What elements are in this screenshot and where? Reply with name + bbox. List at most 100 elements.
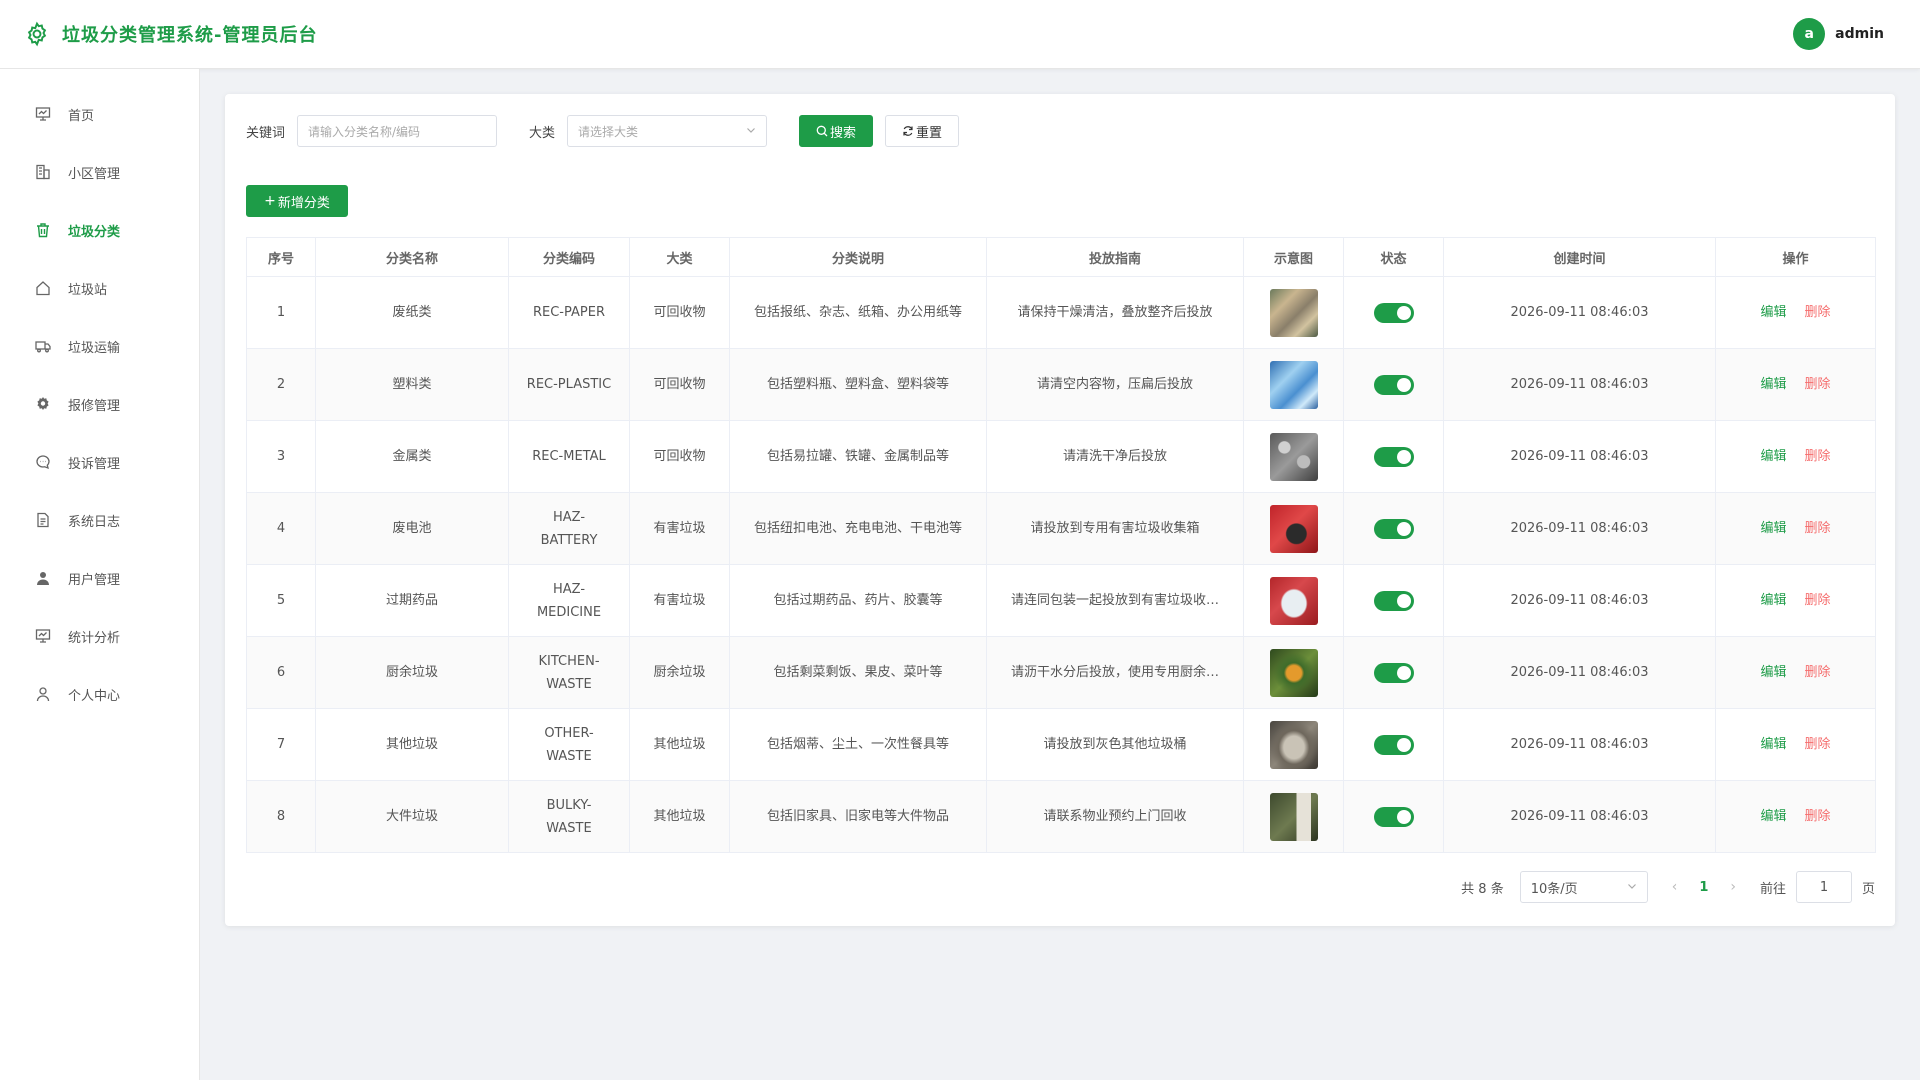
column-header: 示意图 bbox=[1243, 237, 1344, 277]
sidebar-item-transport[interactable]: 垃圾运输 bbox=[0, 317, 199, 375]
cell-code: HAZ- MEDICINE bbox=[508, 564, 630, 637]
status-toggle[interactable] bbox=[1373, 806, 1414, 827]
category-select[interactable]: 请选择大类 bbox=[567, 115, 768, 147]
column-header: 分类编码 bbox=[508, 237, 630, 277]
cell-actions: 编辑 删除 bbox=[1715, 276, 1876, 349]
table-row: 2 塑料类 REC-PLASTIC 可回收物 包括塑料瓶、塑料盒、塑料袋等 请清… bbox=[246, 348, 1876, 421]
building-icon bbox=[34, 163, 52, 181]
next-page-icon[interactable]: › bbox=[1730, 879, 1736, 895]
cell-major: 有害垃圾 bbox=[629, 492, 730, 565]
app-title: 垃圾分类管理系统-管理员后台 bbox=[62, 25, 318, 46]
page-suffix: 页 bbox=[1861, 881, 1875, 897]
user-menu[interactable]: a admin bbox=[1793, 18, 1884, 50]
sidebar-item-home[interactable]: 首页 bbox=[0, 85, 199, 143]
status-toggle[interactable] bbox=[1373, 590, 1414, 611]
delete-link[interactable]: 删除 bbox=[1805, 809, 1831, 824]
status-toggle[interactable] bbox=[1373, 374, 1414, 395]
edit-link[interactable]: 编辑 bbox=[1760, 377, 1786, 392]
edit-link[interactable]: 编辑 bbox=[1760, 521, 1786, 536]
delete-link[interactable]: 删除 bbox=[1805, 593, 1831, 608]
sidebar-item-complaint[interactable]: 投诉管理 bbox=[0, 433, 199, 491]
delete-link[interactable]: 删除 bbox=[1805, 305, 1831, 320]
cell-no: 1 bbox=[246, 276, 316, 349]
cell-actions: 编辑 删除 bbox=[1715, 348, 1876, 421]
add-category-button[interactable]: + 新增分类 bbox=[246, 185, 348, 217]
cell-name: 过期药品 bbox=[315, 564, 509, 637]
goto-page-input[interactable]: 1 bbox=[1795, 871, 1852, 903]
other-thumbnail[interactable] bbox=[1269, 720, 1318, 769]
prev-page-icon[interactable]: ‹ bbox=[1672, 879, 1678, 895]
cell-desc: 包括纽扣电池、充电电池、干电池等 bbox=[729, 492, 987, 565]
cell-name: 厨余垃圾 bbox=[315, 636, 509, 709]
status-toggle[interactable] bbox=[1373, 446, 1414, 467]
edit-link[interactable]: 编辑 bbox=[1760, 305, 1786, 320]
cell-no: 5 bbox=[246, 564, 316, 637]
cell-name: 大件垃圾 bbox=[315, 780, 509, 853]
plastic-thumbnail[interactable] bbox=[1269, 360, 1318, 409]
metal-thumbnail[interactable] bbox=[1269, 432, 1318, 481]
cell-guide: 请沥干水分后投放，使用专用厨余… bbox=[986, 636, 1244, 709]
table-row: 8 大件垃圾 BULKY- WASTE 其他垃圾 包括旧家具、旧家电等大件物品 请… bbox=[246, 780, 1876, 853]
sidebar-item-repair[interactable]: 报修管理 bbox=[0, 375, 199, 433]
sidebar-item-profile[interactable]: 个人中心 bbox=[0, 665, 199, 723]
delete-link[interactable]: 删除 bbox=[1805, 665, 1831, 680]
reset-button[interactable]: 重置 bbox=[885, 115, 960, 147]
status-toggle[interactable] bbox=[1373, 662, 1414, 683]
cell-no: 6 bbox=[246, 636, 316, 709]
delete-link[interactable]: 删除 bbox=[1805, 449, 1831, 464]
reset-button-label: 重置 bbox=[916, 125, 943, 141]
chart-icon bbox=[34, 627, 52, 645]
sidebar-item-community[interactable]: 小区管理 bbox=[0, 143, 199, 201]
edit-link[interactable]: 编辑 bbox=[1760, 593, 1786, 608]
status-toggle[interactable] bbox=[1373, 302, 1414, 323]
sidebar-item-label: 个人中心 bbox=[68, 688, 121, 704]
cell-actions: 编辑 删除 bbox=[1715, 636, 1876, 709]
column-header: 创建时间 bbox=[1443, 237, 1716, 277]
sidebar-item-log[interactable]: 系统日志 bbox=[0, 491, 199, 549]
delete-link[interactable]: 删除 bbox=[1805, 737, 1831, 752]
code-line: BULKY- bbox=[546, 797, 592, 813]
edit-link[interactable]: 编辑 bbox=[1760, 449, 1786, 464]
cell-status bbox=[1343, 708, 1444, 781]
battery-thumbnail[interactable] bbox=[1269, 504, 1318, 553]
cell-thumb bbox=[1243, 780, 1344, 853]
avatar[interactable]: a bbox=[1793, 18, 1826, 50]
keyword-input[interactable]: 请输入分类名称/编码 bbox=[297, 115, 498, 147]
code-line: REC-METAL bbox=[532, 449, 606, 464]
sidebar-item-waste-category[interactable]: 垃圾分类 bbox=[0, 201, 199, 259]
status-toggle[interactable] bbox=[1373, 518, 1414, 539]
page-number-current[interactable]: 1 bbox=[1699, 880, 1708, 895]
cell-actions: 编辑 删除 bbox=[1715, 708, 1876, 781]
code-line: HAZ- bbox=[552, 509, 586, 525]
username[interactable]: admin bbox=[1835, 26, 1884, 42]
cell-created: 2026-09-11 08:46:03 bbox=[1443, 492, 1716, 565]
goto-page-value: 1 bbox=[1819, 879, 1829, 895]
delete-link[interactable]: 删除 bbox=[1805, 377, 1831, 392]
medicine-thumbnail[interactable] bbox=[1269, 576, 1318, 625]
status-toggle[interactable] bbox=[1373, 734, 1414, 755]
delete-link[interactable]: 删除 bbox=[1805, 521, 1831, 536]
edit-link[interactable]: 编辑 bbox=[1760, 665, 1786, 680]
edit-link[interactable]: 编辑 bbox=[1760, 737, 1786, 752]
cell-status bbox=[1343, 276, 1444, 349]
bulky-thumbnail[interactable] bbox=[1269, 792, 1318, 841]
chat-icon bbox=[34, 453, 52, 471]
paper-thumbnail[interactable] bbox=[1269, 288, 1318, 337]
page-size-select[interactable]: 10条/页 bbox=[1519, 871, 1648, 903]
sidebar-item-station[interactable]: 垃圾站 bbox=[0, 259, 199, 317]
cell-status bbox=[1343, 492, 1444, 565]
cell-name: 废纸类 bbox=[315, 276, 509, 349]
sidebar-item-label: 垃圾站 bbox=[68, 282, 108, 298]
sidebar-item-stats[interactable]: 统计分析 bbox=[0, 607, 199, 665]
edit-link[interactable]: 编辑 bbox=[1760, 809, 1786, 824]
cell-major: 厨余垃圾 bbox=[629, 636, 730, 709]
cell-code: REC-PAPER bbox=[508, 276, 630, 349]
keyword-placeholder: 请输入分类名称/编码 bbox=[308, 124, 421, 139]
refresh-icon bbox=[902, 125, 914, 137]
filter-bar: 关键词 请输入分类名称/编码 大类 请选择大类 搜索 重置 bbox=[246, 115, 960, 147]
sidebar-item-users[interactable]: 用户管理 bbox=[0, 549, 199, 607]
kitchen-thumbnail[interactable] bbox=[1269, 648, 1318, 697]
column-header: 状态 bbox=[1343, 237, 1444, 277]
search-button[interactable]: 搜索 bbox=[799, 115, 874, 147]
trash-icon bbox=[34, 221, 52, 239]
